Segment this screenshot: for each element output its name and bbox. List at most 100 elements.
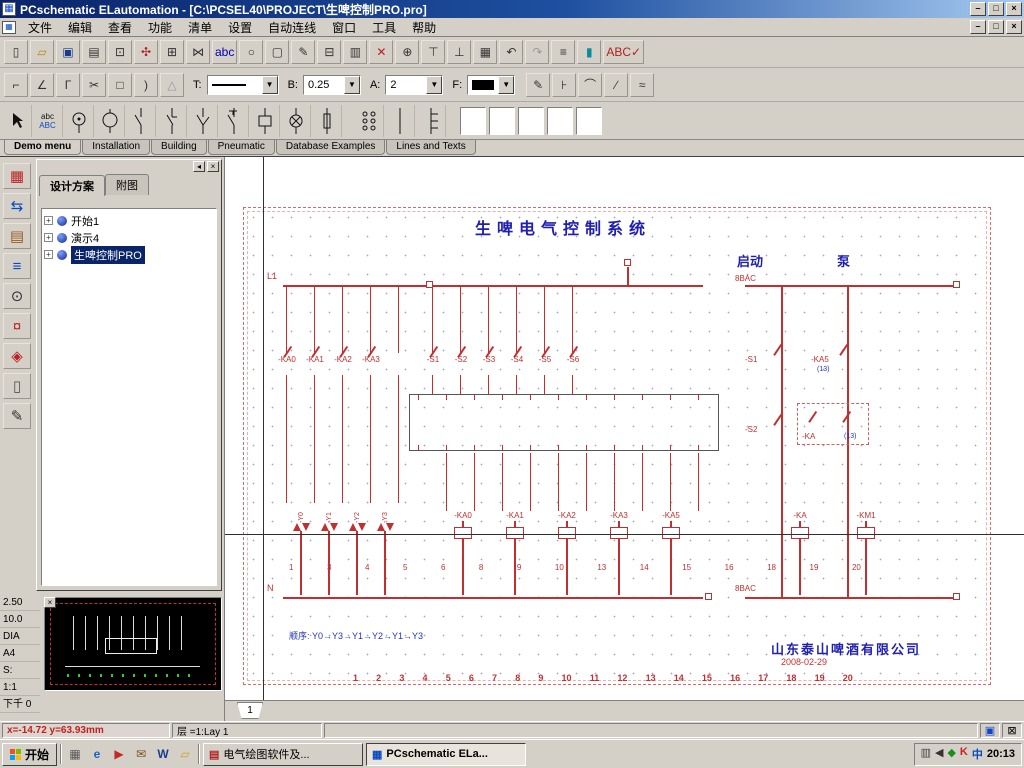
relay-coil[interactable]: -KA1 xyxy=(489,511,541,595)
kingsoft-icon[interactable]: K xyxy=(960,746,968,762)
menu-item[interactable]: 工具 xyxy=(364,19,404,37)
relay-coil[interactable]: -KA5 xyxy=(645,511,697,595)
contact[interactable]: -KA2 xyxy=(329,345,357,364)
folder-icon[interactable]: ▱ xyxy=(175,744,195,764)
menu-item[interactable]: 清单 xyxy=(180,19,220,37)
empty-symbol-slot[interactable] xyxy=(518,106,544,135)
save-icon[interactable]: ▣ xyxy=(56,40,80,64)
document-icon[interactable]: ▦ xyxy=(2,20,16,34)
trim-icon[interactable]: ✂ xyxy=(82,72,106,97)
new-icon[interactable]: ▯ xyxy=(4,40,28,64)
redo-icon[interactable]: ↷ xyxy=(525,40,550,64)
symbol-menu-icon[interactable]: ▦ xyxy=(3,163,31,189)
maximize-button[interactable]: □ xyxy=(988,2,1004,16)
menu-item[interactable]: 文件 xyxy=(20,19,60,37)
menu-item[interactable]: 编辑 xyxy=(60,19,100,37)
coil-symbol-icon[interactable] xyxy=(250,104,280,137)
expand-icon[interactable]: + xyxy=(44,250,53,259)
motor-symbol-icon[interactable] xyxy=(95,104,125,137)
valve[interactable]: -Y0 xyxy=(287,501,315,595)
symbols-icon[interactable]: ⋈ xyxy=(186,40,210,64)
empty-symbol-slot[interactable] xyxy=(547,106,573,135)
ellipse-icon[interactable]: △ xyxy=(160,72,184,97)
switch-line-icon[interactable]: ∕ xyxy=(604,72,629,97)
empty-symbol-slot[interactable] xyxy=(489,106,515,135)
menu-item[interactable]: 功能 xyxy=(140,19,180,37)
rectangle-icon[interactable]: □ xyxy=(108,72,132,97)
tree-item-selected[interactable]: + 生啤控制PRO xyxy=(44,245,214,264)
dock-icon[interactable]: ◂ xyxy=(193,161,205,172)
symbol-menu-tab[interactable]: Database Examples xyxy=(275,140,386,155)
edit-notes-icon[interactable]: ✎ xyxy=(3,403,31,429)
expand-icon[interactable]: + xyxy=(44,216,53,225)
empty-symbol-slot[interactable] xyxy=(576,106,602,135)
angle-select[interactable]: 2 ▼ xyxy=(385,74,444,95)
switch[interactable]: -S4 xyxy=(503,345,531,364)
menu-item[interactable]: 帮助 xyxy=(404,19,444,37)
preview-pane[interactable] xyxy=(44,597,222,691)
reference-up-icon[interactable]: ⊤ xyxy=(421,40,446,64)
pen-icon[interactable]: ✎ xyxy=(526,72,551,97)
show-desktop-icon[interactable]: ▦ xyxy=(65,744,85,764)
changeover-contact-symbol-icon[interactable] xyxy=(188,104,218,137)
contact[interactable]: -KA3 xyxy=(357,345,385,364)
expand-icon[interactable]: + xyxy=(44,233,53,242)
tree-item-label[interactable]: 生啤控制PRO xyxy=(71,245,145,264)
symbol-menu-tab[interactable]: Lines and Texts xyxy=(386,140,476,155)
close-button[interactable]: × xyxy=(1006,2,1022,16)
schematic-canvas[interactable]: 生啤电气控制系统 启动 泵 8BAC L1 N 8BAC -KA0 -KA1 -… xyxy=(224,157,1024,700)
contact[interactable]: -KA0 xyxy=(273,345,301,364)
diamond-icon[interactable]: ◈ xyxy=(3,343,31,369)
relay-coil[interactable]: -KA3 xyxy=(593,511,645,595)
child-restore-button[interactable]: □ xyxy=(988,20,1004,34)
linewidth-select[interactable]: 0.25 ▼ xyxy=(302,74,361,95)
nc-contact-symbol-icon[interactable] xyxy=(157,104,187,137)
chevron-down-icon[interactable]: ▼ xyxy=(426,75,443,94)
close-icon[interactable]: × xyxy=(207,161,219,172)
router-icon[interactable]: ⇆ xyxy=(3,193,31,219)
linetype-select[interactable]: ▼ xyxy=(206,74,279,95)
notes-icon[interactable]: ▯ xyxy=(3,373,31,399)
line-angle-icon[interactable]: ∠ xyxy=(30,72,54,97)
tab-attachments[interactable]: 附图 xyxy=(105,174,149,195)
switch[interactable]: -S1 xyxy=(419,345,447,364)
line-corner-icon[interactable]: Γ xyxy=(56,72,80,97)
lists-icon[interactable]: ≡ xyxy=(551,40,576,64)
copy-icon[interactable]: ▥ xyxy=(343,40,368,64)
print-icon[interactable]: ▤ xyxy=(82,40,106,64)
ime-icon[interactable]: 中 xyxy=(972,746,983,762)
mail-icon[interactable]: ✉ xyxy=(131,744,151,764)
pushbutton-symbol-icon[interactable] xyxy=(219,104,249,137)
child-minimize-button[interactable]: – xyxy=(970,20,986,34)
menu-item[interactable]: 查看 xyxy=(100,19,140,37)
pointer-symbol-icon[interactable] xyxy=(2,104,32,137)
valve[interactable]: -Y2 xyxy=(343,501,371,595)
junction-icon[interactable]: ⊦ xyxy=(552,72,577,97)
zoom-icon[interactable]: ⊙ xyxy=(3,283,31,309)
undo-icon[interactable]: ↶ xyxy=(499,40,524,64)
arc-icon[interactable]: ) xyxy=(134,72,158,97)
menu-item[interactable]: 设置 xyxy=(220,19,260,37)
catalog-icon[interactable]: ▤ xyxy=(3,223,31,249)
net-grid-icon[interactable]: ▦ xyxy=(473,40,498,64)
empty-symbol-slot[interactable] xyxy=(460,106,486,135)
signal-symbol-icon[interactable] xyxy=(64,104,94,137)
tree-item[interactable]: + 演示4 xyxy=(44,229,214,246)
menu-item[interactable]: 自动连线 xyxy=(260,19,324,37)
menu-item[interactable]: 窗口 xyxy=(324,19,364,37)
valve[interactable]: -Y3 xyxy=(371,501,399,595)
tab-design-plan[interactable]: 设计方案 xyxy=(39,175,105,196)
arc-segment-icon[interactable]: ⌒ xyxy=(578,72,603,97)
chevron-down-icon[interactable]: ▼ xyxy=(261,75,278,94)
antivirus-icon[interactable]: ◆ xyxy=(947,746,955,762)
conductor-symbol-icon[interactable] xyxy=(385,104,415,137)
move-icon[interactable]: ⊕ xyxy=(395,40,420,64)
no-contact-symbol-icon[interactable] xyxy=(126,104,156,137)
lamp-symbol-icon[interactable] xyxy=(281,104,311,137)
busbar-symbol-icon[interactable] xyxy=(416,104,446,137)
symbol-menu-tab[interactable]: Pneumatic xyxy=(207,140,275,155)
circle-tool-icon[interactable]: ○ xyxy=(239,40,264,64)
switch[interactable]: -S5 xyxy=(531,345,559,364)
word-icon[interactable]: W xyxy=(153,744,173,764)
browser-icon[interactable]: e xyxy=(87,744,107,764)
